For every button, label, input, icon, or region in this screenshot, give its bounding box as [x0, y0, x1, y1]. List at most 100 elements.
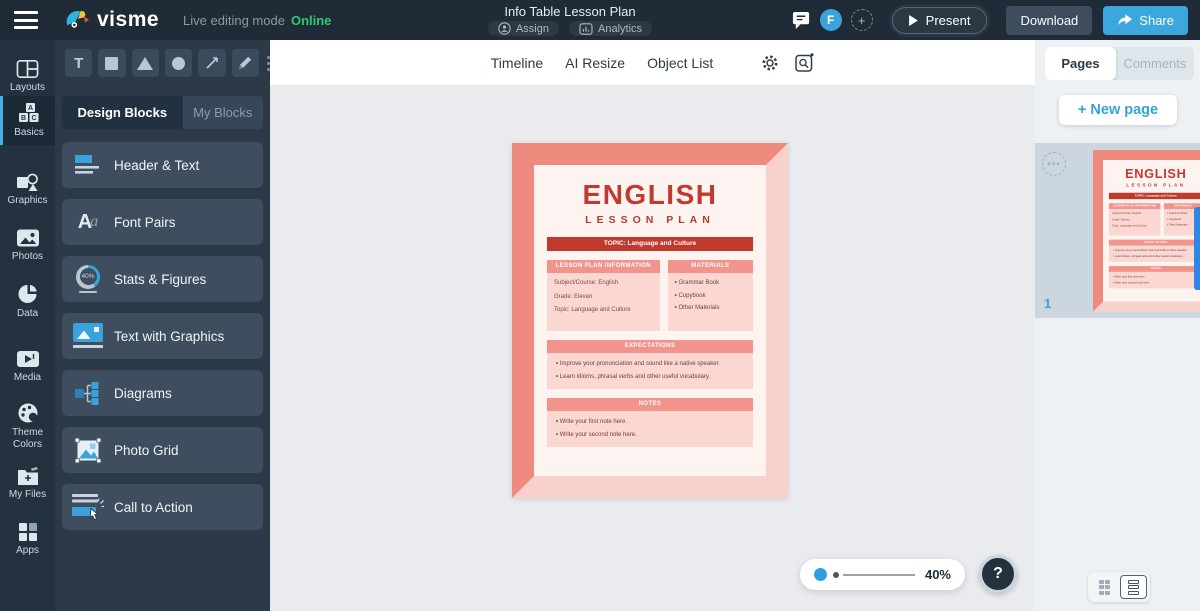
- tab-my-blocks[interactable]: My Blocks: [183, 96, 263, 129]
- add-collaborator-button[interactable]: +: [850, 9, 873, 31]
- circle-tool-button[interactable]: [164, 49, 193, 77]
- settings-gear-icon[interactable]: [761, 54, 779, 72]
- doc-main-title[interactable]: ENGLISH: [1103, 166, 1200, 181]
- expectations-section[interactable]: EXPECTATIONS Improve your pronunciation …: [547, 340, 753, 389]
- block-text-with-graphics[interactable]: Text with Graphics: [62, 313, 263, 359]
- expectations-bullet[interactable]: Improve your pronunciation and sound lik…: [556, 361, 744, 367]
- doc-topic-banner[interactable]: TOPIC: Language and Culture: [547, 237, 753, 251]
- notes-section[interactable]: NOTES Write your first note here. Write …: [547, 398, 753, 447]
- sidebar-item-media[interactable]: Media: [0, 343, 55, 390]
- sidebar-item-theme-colors[interactable]: Theme Colors: [0, 396, 55, 456]
- block-font-pairs[interactable]: Aa Font Pairs: [62, 199, 263, 245]
- lesson-plan-document[interactable]: ENGLISH LESSON PLAN TOPIC: Language and …: [512, 143, 788, 498]
- timeline-button[interactable]: Timeline: [491, 55, 543, 71]
- sidebar-item-graphics[interactable]: Graphics: [0, 166, 55, 213]
- page-thumbnail[interactable]: ENGLISH LESSON PLAN TOPIC: Language and …: [1093, 150, 1200, 312]
- tab-design-blocks[interactable]: Design Blocks: [62, 96, 183, 129]
- materials-header[interactable]: MATERIALS: [667, 260, 753, 273]
- square-icon: [105, 56, 119, 70]
- sidebar-item-photos[interactable]: Photos: [0, 222, 55, 269]
- triangle-tool-button[interactable]: [131, 49, 159, 77]
- comment-icon[interactable]: [792, 11, 811, 30]
- materials-bullet[interactable]: Grammar Book: [675, 280, 746, 286]
- assign-button[interactable]: Assign: [487, 21, 559, 36]
- preview-search-icon[interactable]: [795, 53, 814, 72]
- sidebar-item-data[interactable]: Data: [0, 277, 55, 326]
- visme-logo[interactable]: visme: [64, 7, 159, 33]
- info-row[interactable]: Grade: Eleven: [1112, 218, 1157, 221]
- page-1-thumbnail-doc[interactable]: ENGLISH LESSON PLAN TOPIC: Language and …: [1093, 150, 1200, 312]
- present-button[interactable]: Present: [891, 6, 988, 34]
- info-row[interactable]: Topic: Language and Culture: [554, 307, 653, 313]
- doc-main-title[interactable]: ENGLISH: [534, 179, 766, 211]
- expectations-bullet[interactable]: Learn idioms, phrasal verbs and other us…: [556, 374, 744, 380]
- block-stats-figures[interactable]: 40% Stats & Figures: [62, 256, 263, 302]
- expectations-header[interactable]: EXPECTATIONS: [547, 340, 753, 353]
- materials-bullet[interactable]: Copybook: [675, 293, 746, 299]
- help-button[interactable]: ?: [979, 555, 1017, 593]
- info-row[interactable]: Subject/Course: English: [1112, 212, 1157, 215]
- expectations-bullet[interactable]: Learn idioms, phrasal verbs and other us…: [1113, 255, 1199, 258]
- block-header-text[interactable]: Header & Text: [62, 142, 263, 188]
- line-tool-button[interactable]: [198, 49, 226, 77]
- sidebar-item-my-files[interactable]: My Files: [0, 460, 55, 507]
- materials-bullet[interactable]: Other Materials: [675, 305, 746, 311]
- tab-pages[interactable]: Pages: [1045, 46, 1116, 80]
- hamburger-menu-icon[interactable]: [14, 11, 38, 29]
- pen-tool-button[interactable]: [231, 49, 259, 77]
- info-header[interactable]: LESSON PLAN INFORMATION: [1108, 203, 1161, 210]
- info-section[interactable]: LESSON PLAN INFORMATION Subject/Course: …: [547, 260, 660, 331]
- new-page-button[interactable]: + New page: [1059, 95, 1177, 125]
- svg-text:B: B: [21, 115, 26, 122]
- block-call-to-action[interactable]: Call to Action: [62, 484, 263, 530]
- zoom-slider-handle[interactable]: [814, 568, 827, 581]
- visme-logo-icon: [66, 10, 89, 28]
- notes-bullet[interactable]: Write your second note here.: [556, 432, 744, 438]
- doc-subtitle[interactable]: LESSON PLAN: [1103, 182, 1200, 187]
- layouts-icon: [16, 60, 39, 78]
- zoom-slider-track[interactable]: [843, 573, 915, 576]
- info-header[interactable]: LESSON PLAN INFORMATION: [547, 260, 660, 273]
- materials-section[interactable]: MATERIALS Grammar Book Copybook Other Ma…: [667, 260, 753, 331]
- square-tool-button[interactable]: [98, 49, 126, 77]
- tab-comments[interactable]: Comments: [1116, 47, 1194, 80]
- share-button[interactable]: Share: [1103, 5, 1188, 35]
- notes-header[interactable]: NOTES: [547, 398, 753, 411]
- info-row[interactable]: Grade: Eleven: [554, 294, 653, 300]
- sidebar-item-apps[interactable]: Apps: [0, 516, 55, 563]
- page-1-section[interactable]: ••• ENGLISH LESSON PLAN TOPIC: Language …: [1035, 143, 1200, 318]
- analytics-chart-icon: [579, 22, 593, 35]
- analytics-button[interactable]: Analytics: [569, 21, 653, 36]
- info-row[interactable]: Topic: Language and Culture: [1112, 225, 1157, 228]
- pages-scrollbar[interactable]: [1194, 207, 1200, 290]
- object-list-button[interactable]: Object List: [647, 55, 713, 71]
- doc-topic-banner[interactable]: TOPIC: Language and Culture: [1108, 192, 1200, 200]
- user-avatar[interactable]: F: [819, 9, 842, 31]
- ai-resize-button[interactable]: AI Resize: [565, 55, 625, 71]
- block-diagrams[interactable]: Diagrams: [62, 370, 263, 416]
- canvas[interactable]: ENGLISH LESSON PLAN TOPIC: Language and …: [270, 86, 1035, 611]
- text-tool-button[interactable]: T: [65, 49, 93, 77]
- logo-text: visme: [97, 8, 160, 31]
- block-photo-grid[interactable]: Photo Grid: [62, 427, 263, 473]
- document-title[interactable]: Info Table Lesson Plan: [504, 4, 635, 19]
- design-blocks-panel: Design Blocks My Blocks Header & Text A …: [55, 86, 270, 611]
- zoom-slider[interactable]: 40%: [800, 559, 965, 590]
- info-section[interactable]: LESSON PLAN INFORMATION Subject/Course: …: [1108, 203, 1161, 236]
- grid-view-button[interactable]: [1091, 575, 1118, 599]
- expectations-bullet[interactable]: Improve your pronunciation and sound lik…: [1113, 249, 1199, 252]
- comment-placeholder-icon[interactable]: •••: [1042, 152, 1066, 176]
- notes-bullet[interactable]: Write your second note here.: [1113, 281, 1199, 284]
- sidebar-item-layouts[interactable]: Layouts: [0, 53, 55, 100]
- download-button[interactable]: Download: [1006, 5, 1093, 35]
- my-files-icon: [17, 467, 38, 485]
- doc-subtitle[interactable]: LESSON PLAN: [534, 214, 766, 226]
- sidebar-item-basics[interactable]: A B C Basics: [0, 96, 55, 145]
- expectations-section[interactable]: EXPECTATIONS Improve your pronunciation …: [1108, 239, 1200, 262]
- notes-bullet[interactable]: Write your first note here.: [1113, 276, 1199, 279]
- info-row[interactable]: Subject/Course: English: [554, 280, 653, 286]
- list-view-button[interactable]: [1120, 575, 1147, 599]
- assign-person-icon: [498, 22, 511, 35]
- notes-section[interactable]: NOTES Write your first note here. Write …: [1108, 266, 1200, 289]
- notes-bullet[interactable]: Write your first note here.: [556, 419, 744, 425]
